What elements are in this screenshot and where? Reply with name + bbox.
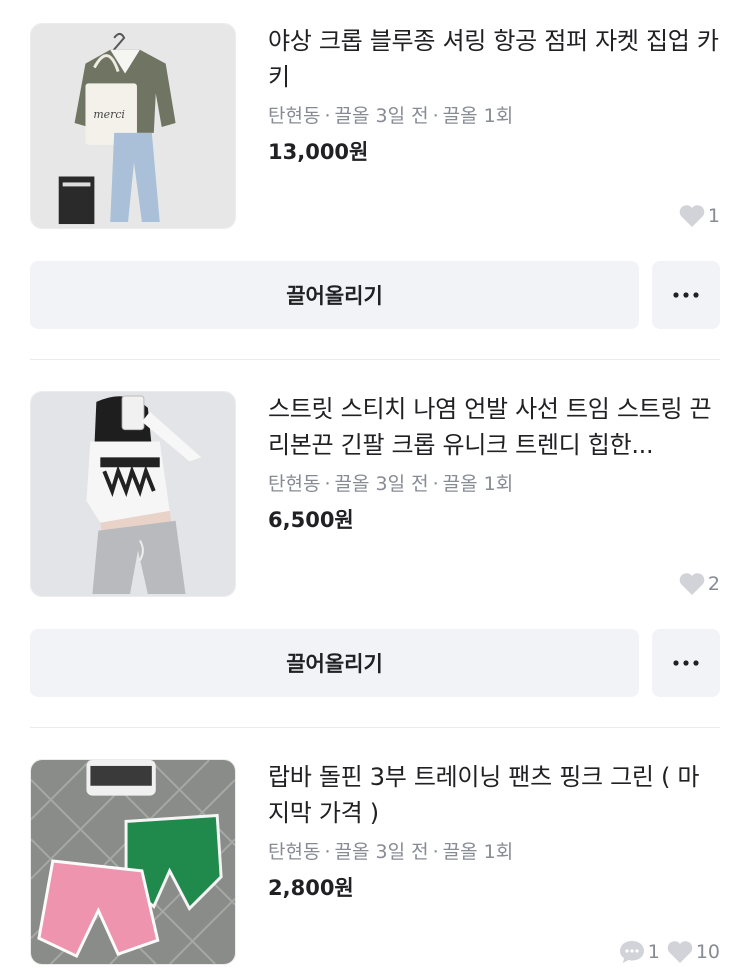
like-count-value: 10 bbox=[695, 941, 720, 963]
listing-meta: 탄현동 · 끌올 3일 전 · 끌올 1회 bbox=[268, 471, 720, 497]
svg-text:merci: merci bbox=[93, 108, 125, 121]
listing-card[interactable]: merci 야상 크롭 블루종 셔링 항공 점퍼 자켓 집업 카키 탄현동 · 끌올… bbox=[30, 23, 720, 329]
listing-counts: 1 10 bbox=[612, 939, 720, 965]
like-count: 2 bbox=[678, 571, 720, 597]
chat-count-value: 1 bbox=[647, 941, 660, 963]
listing-time: 끌올 3일 전 bbox=[334, 105, 429, 127]
listing-title[interactable]: 랍바 돌핀 3부 트레이닝 팬츠 핑크 그린 ( 마지막 가격 ) bbox=[268, 759, 720, 831]
bump-button[interactable]: 끌어올리기 bbox=[30, 261, 639, 329]
meta-separator: · bbox=[324, 105, 331, 127]
meta-separator: · bbox=[324, 473, 331, 495]
like-count: 1 bbox=[678, 203, 720, 229]
listing-price: 6,500원 bbox=[268, 508, 354, 532]
more-dots-icon bbox=[673, 292, 699, 298]
listing-counts: 1 bbox=[672, 203, 720, 229]
like-count: 10 bbox=[666, 939, 720, 965]
listing-title[interactable]: 야상 크롭 블루종 셔링 항공 점퍼 자켓 집업 카키 bbox=[268, 23, 720, 95]
listing-bump-count: 끌올 1회 bbox=[442, 841, 514, 863]
listing-meta: 탄현동 · 끌올 3일 전 · 끌올 1회 bbox=[268, 839, 720, 865]
listing-time: 끌올 3일 전 bbox=[334, 473, 429, 495]
listing-meta: 탄현동 · 끌올 3일 전 · 끌올 1회 bbox=[268, 103, 720, 129]
meta-separator: · bbox=[432, 841, 439, 863]
listing-counts: 2 bbox=[672, 571, 720, 597]
heart-icon bbox=[679, 205, 705, 227]
more-button[interactable] bbox=[652, 629, 720, 697]
listing-time: 끌올 3일 전 bbox=[334, 841, 429, 863]
listing-bump-count: 끌올 1회 bbox=[442, 473, 514, 495]
chat-bubble-icon bbox=[619, 941, 644, 963]
listing-price: 2,800원 bbox=[268, 876, 354, 900]
divider bbox=[30, 727, 720, 728]
meta-separator: · bbox=[324, 841, 331, 863]
more-button[interactable] bbox=[652, 261, 720, 329]
like-count-value: 1 bbox=[707, 205, 720, 227]
jacket-photo: merci bbox=[30, 23, 236, 229]
shorts-photo bbox=[30, 759, 236, 965]
listing-card[interactable]: 스트릿 스티치 나염 언발 사선 트임 스트링 끈 리본끈 긴팔 크롭 유니크 … bbox=[30, 391, 720, 697]
meta-separator: · bbox=[432, 105, 439, 127]
listing-location: 탄현동 bbox=[268, 105, 321, 127]
divider bbox=[30, 359, 720, 360]
listing-bump-count: 끌올 1회 bbox=[442, 105, 514, 127]
listing-location: 탄현동 bbox=[268, 473, 321, 495]
listing-price: 13,000원 bbox=[268, 140, 369, 164]
bump-button[interactable]: 끌어올리기 bbox=[30, 629, 639, 697]
heart-icon bbox=[667, 941, 693, 963]
listing-title[interactable]: 스트릿 스티치 나염 언발 사선 트임 스트링 끈 리본끈 긴팔 크롭 유니크 … bbox=[268, 391, 720, 463]
listing-location: 탄현동 bbox=[268, 841, 321, 863]
like-count-value: 2 bbox=[707, 573, 720, 595]
listing-card[interactable]: 랍바 돌핀 3부 트레이닝 팬츠 핑크 그린 ( 마지막 가격 ) 탄현동 · 끌올… bbox=[30, 759, 720, 965]
heart-icon bbox=[679, 573, 705, 595]
crop-top-photo bbox=[30, 391, 236, 597]
more-dots-icon bbox=[673, 660, 699, 666]
meta-separator: · bbox=[432, 473, 439, 495]
chat-count: 1 bbox=[618, 939, 660, 965]
